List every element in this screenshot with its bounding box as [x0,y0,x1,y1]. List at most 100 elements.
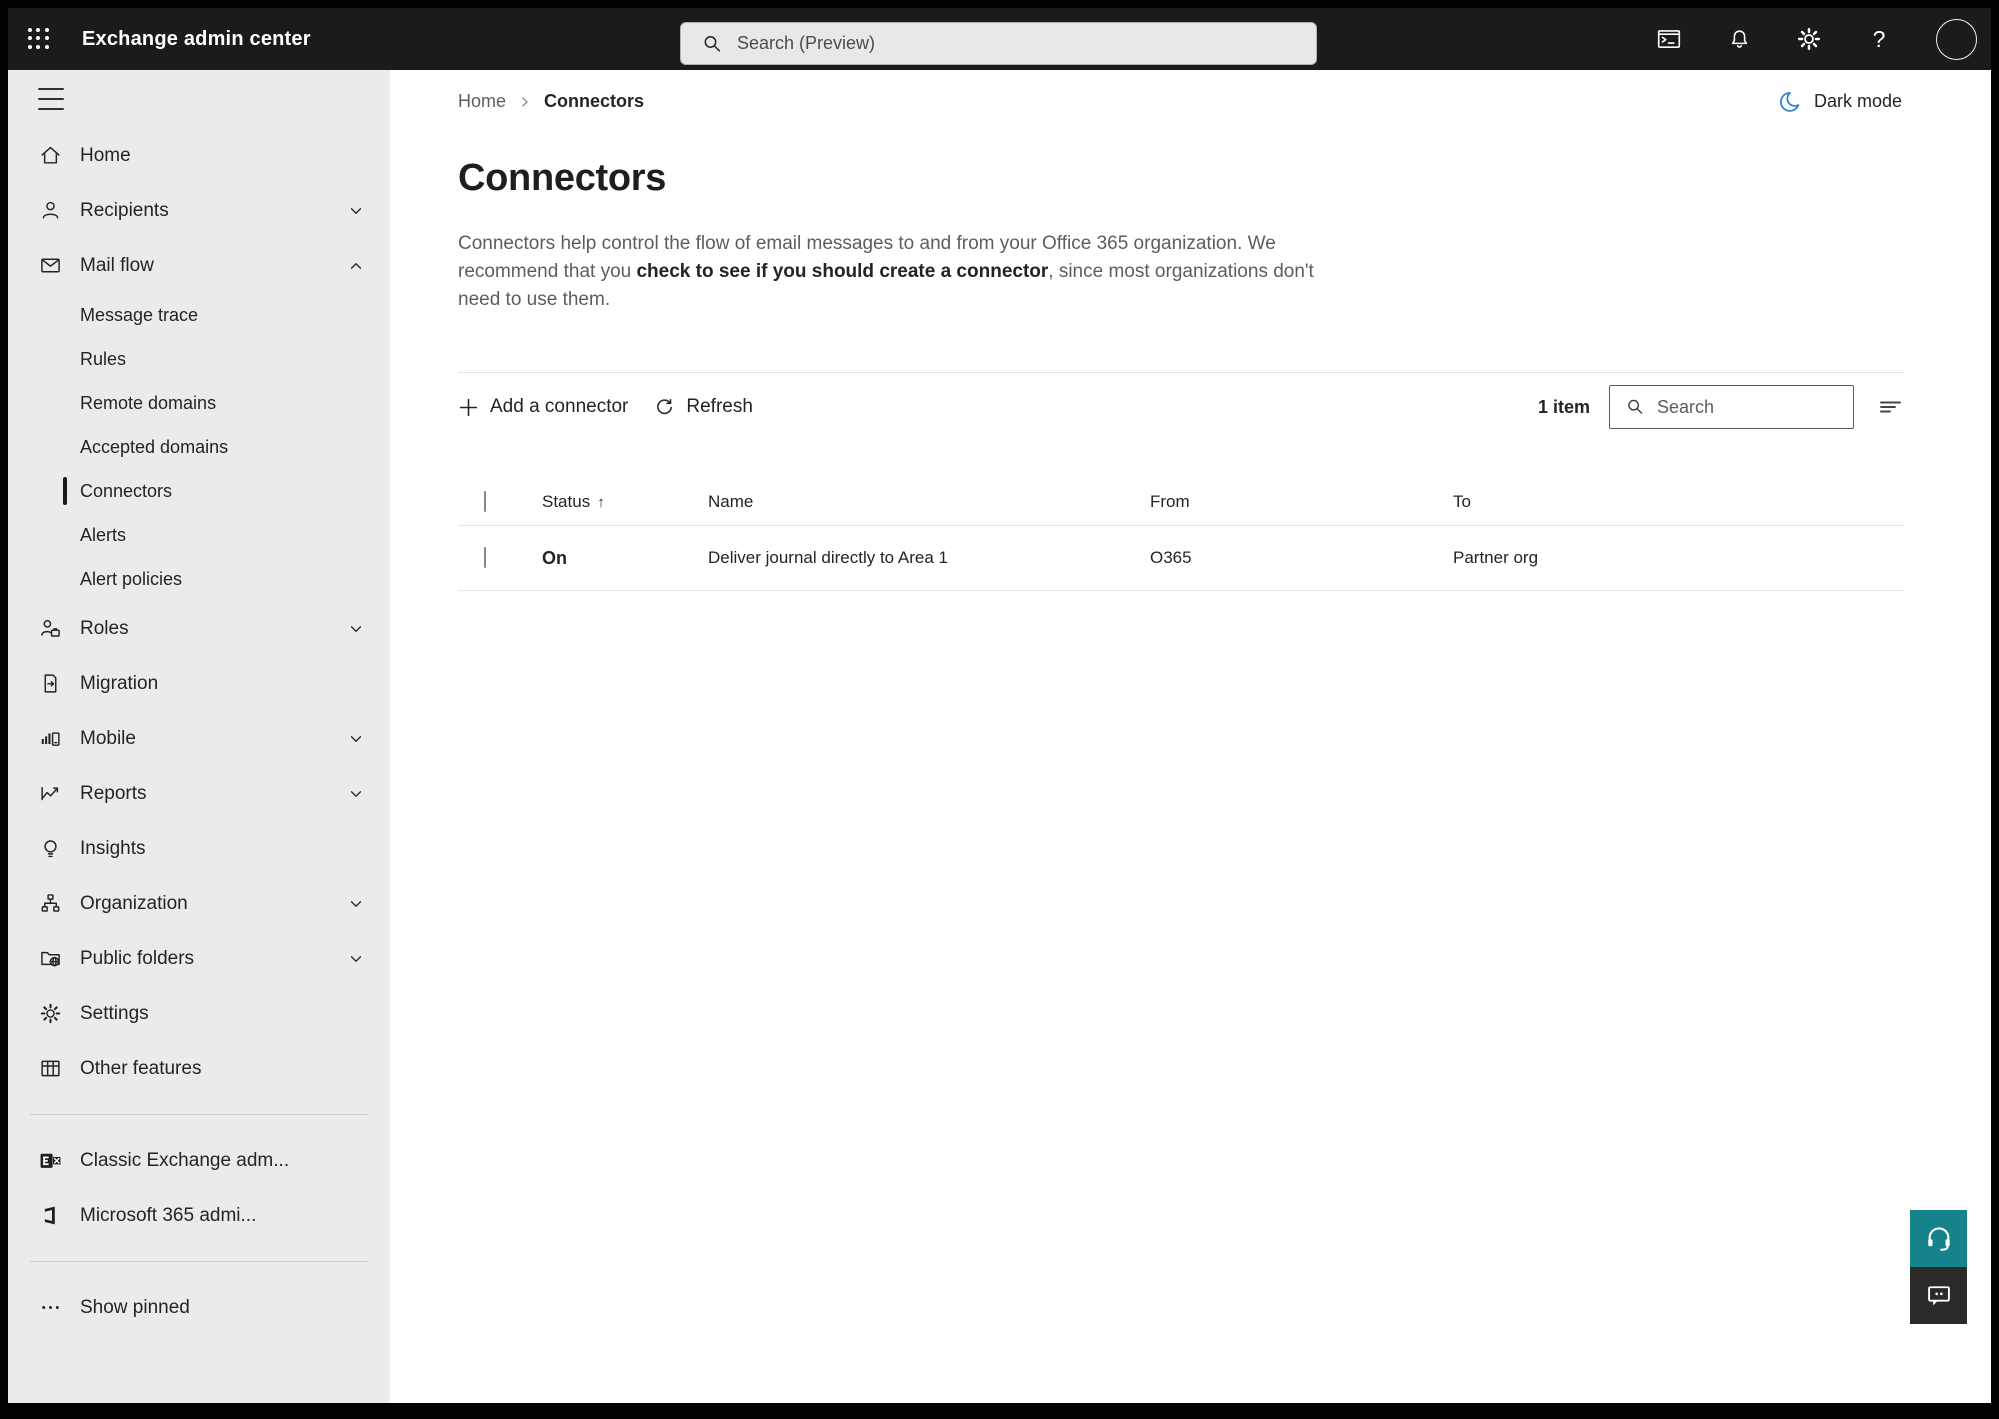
refresh-button[interactable]: Refresh [654,396,753,418]
mail-icon [38,254,62,278]
exchange-logo-icon [38,1149,62,1173]
home-icon [38,144,62,168]
search-icon [704,35,721,52]
cell-to: Partner org [1453,548,1539,567]
sidebar-divider [30,1261,368,1262]
ellipsis-icon [38,1296,62,1320]
sidebar-item-label: Mail flow [80,254,154,276]
sidebar-item-label: Recipients [80,199,169,221]
plus-icon [459,398,478,416]
sidebar-item-roles[interactable]: Roles [8,601,390,656]
selected-indicator [63,477,67,505]
sidebar-item-remote-domains[interactable]: Remote domains [8,381,390,425]
cell-status: On [542,547,567,568]
sidebar-item-show-pinned[interactable]: Show pinned [8,1280,390,1335]
item-count: 1 item [1537,396,1590,417]
sidebar-item-rules[interactable]: Rules [8,337,390,381]
sidebar-item-message-trace[interactable]: Message trace [8,293,390,337]
sidebar-item-organization[interactable]: Organization [8,876,390,931]
add-connector-button[interactable]: Add a connector [458,396,628,418]
sidebar-item-migration[interactable]: Migration [8,656,390,711]
column-header-status[interactable]: Status ↑ [542,492,708,512]
table-search-placeholder: Search [1657,396,1715,417]
sidebar-item-other-features[interactable]: Other features [8,1041,390,1096]
chevron-down-icon [347,730,365,748]
office-logo-icon [38,1204,62,1228]
list-toolbar: Add a connector Refresh 1 item Search [458,373,1904,441]
sidebar-item-connectors-selected[interactable]: Connectors [8,469,390,513]
chevron-up-icon [347,257,365,275]
help-icon[interactable]: ? [1866,26,1892,52]
cell-from: O365 [1150,548,1192,567]
select-all-checkbox[interactable] [484,491,486,512]
notifications-bell-icon[interactable] [1726,26,1752,52]
person-icon [38,199,62,223]
app-launcher-icon[interactable] [22,22,56,56]
sidebar-item-insights[interactable]: Insights [8,821,390,876]
global-search-input[interactable]: Search (Preview) [680,22,1317,65]
sidebar-item-label: Home [80,144,131,166]
search-icon [1628,399,1643,414]
settings-gear-icon[interactable] [1796,26,1822,52]
topbar-actions: ? [1656,18,1991,60]
folder-globe-icon [38,947,62,971]
chevron-down-icon [347,620,365,638]
sidebar-item-recipients[interactable]: Recipients [8,183,390,238]
sidebar-item-mobile[interactable]: Mobile [8,711,390,766]
column-header-to[interactable]: To [1453,492,1904,512]
line-chart-icon [38,782,62,806]
chevron-down-icon [347,202,365,220]
dark-mode-label: Dark mode [1813,91,1902,111]
mobile-chart-icon [38,727,62,751]
chevron-down-icon [347,895,365,913]
chevron-down-icon [347,950,365,968]
top-bar: Exchange admin center Search (Preview) ? [8,8,1991,70]
page-title: Connectors [458,157,667,199]
account-avatar[interactable] [1936,18,1977,60]
chevron-down-icon [347,785,365,803]
feedback-bubble-icon [1927,1285,1950,1305]
sidebar-item-alerts[interactable]: Alerts [8,513,390,557]
app-window: Exchange admin center Search (Preview) ?… [8,8,1991,1403]
sidebar-item-home[interactable]: Home [8,128,390,183]
support-button[interactable] [1910,1210,1967,1267]
gear-icon [38,1002,62,1026]
nav-collapse-icon[interactable] [38,88,64,110]
row-checkbox[interactable] [484,547,486,568]
sidebar-item-mail-flow[interactable]: Mail flow [8,238,390,293]
sidebar-item-alert-policies[interactable]: Alert policies [8,557,390,601]
sort-ascending-icon: ↑ [597,493,605,511]
person-badge-icon [38,617,62,641]
feedback-button[interactable] [1910,1267,1967,1324]
refresh-icon [657,398,673,414]
global-search-placeholder: Search (Preview) [737,33,876,53]
document-arrow-icon [38,672,62,696]
breadcrumb-home-link[interactable]: Home [458,91,506,112]
create-connector-check-link[interactable]: check to see if you should create a conn… [636,261,1048,282]
breadcrumb: Home Connectors [458,91,644,112]
main-content: Home Connectors Dark mode Connectors Con… [390,70,1991,1403]
left-nav: Home Recipients Mail flow Message trace … [8,70,390,1403]
sidebar-item-reports[interactable]: Reports [8,766,390,821]
sidebar-item-classic-exchange-admin[interactable]: Classic Exchange adm... [8,1133,390,1188]
sidebar-divider [30,1114,368,1115]
dark-mode-toggle[interactable]: Dark mode [1777,90,1902,113]
table-row[interactable]: On Deliver journal directly to Area 1 O3… [458,526,1904,590]
floating-action-stack [1910,1210,1967,1324]
column-header-from[interactable]: From [1150,492,1453,512]
sidebar-item-settings[interactable]: Settings [8,986,390,1041]
terminal-icon[interactable] [1656,26,1682,52]
app-title: Exchange admin center [82,27,311,50]
sidebar-item-public-folders[interactable]: Public folders [8,931,390,986]
column-header-name[interactable]: Name [708,492,1150,512]
org-chart-icon [38,892,62,916]
sidebar-item-accepted-domains[interactable]: Accepted domains [8,425,390,469]
lightbulb-icon [38,837,62,861]
connectors-table: Status ↑ Name From To On Deliver journal… [458,479,1904,591]
filter-lines-icon[interactable] [1878,396,1904,418]
cell-name[interactable]: Deliver journal directly to Area 1 [708,548,1150,568]
table-search-input[interactable]: Search [1609,385,1854,429]
breadcrumb-current: Connectors [544,91,645,111]
table-header-row: Status ↑ Name From To [458,479,1904,525]
sidebar-item-microsoft-365-admin[interactable]: Microsoft 365 admi... [8,1188,390,1243]
